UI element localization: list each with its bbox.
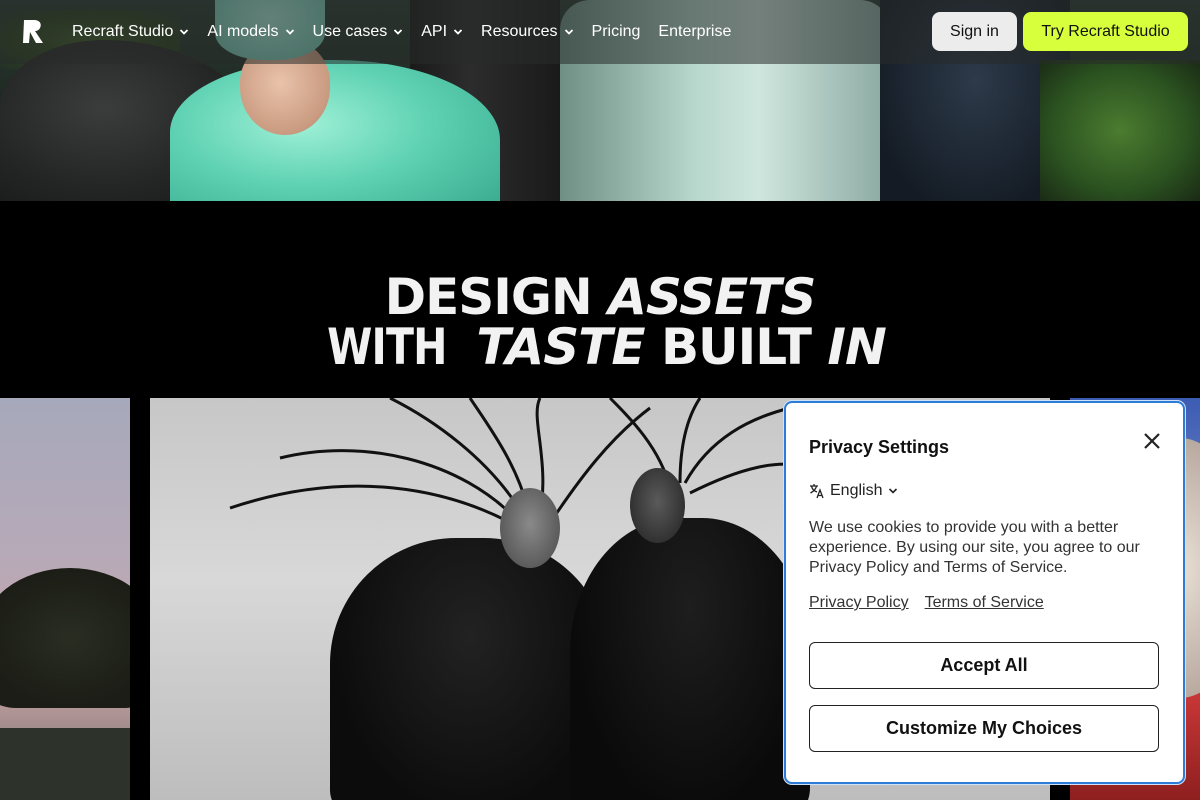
nav-item-label: Enterprise	[658, 23, 732, 40]
customize-choices-button[interactable]: Customize My Choices	[809, 705, 1159, 752]
nav-item-enterprise[interactable]: Enterprise	[658, 23, 731, 41]
nav-item-resources[interactable]: Resources	[481, 23, 573, 41]
language-selector[interactable]: English	[809, 482, 898, 500]
page: Recraft Studio AI models Use cases API R…	[0, 0, 1200, 800]
headline-line-2: WITH TASTE BUILT IN	[0, 322, 1200, 372]
nav-item-ai-models[interactable]: AI models	[207, 23, 294, 41]
nav-item-label: Pricing	[591, 23, 641, 40]
privacy-settings-dialog: Privacy Settings English We use cookies …	[784, 401, 1185, 784]
privacy-description: We use cookies to provide you with a bet…	[809, 519, 1140, 576]
close-icon	[1144, 433, 1160, 449]
nav-item-api[interactable]: API	[421, 23, 463, 41]
headline-word: WITH	[327, 318, 447, 376]
nav-item-label: Resources	[481, 23, 558, 40]
dialog-title: Privacy Settings	[809, 437, 950, 457]
nav-item-pricing[interactable]: Pricing	[592, 23, 641, 41]
chevron-down-icon	[889, 488, 898, 494]
chevron-down-icon	[180, 29, 189, 35]
headline-word: BUILT	[660, 318, 812, 376]
recraft-logo-icon[interactable]	[20, 18, 46, 44]
chevron-down-icon	[453, 29, 463, 35]
chevron-down-icon	[564, 29, 573, 35]
sign-in-button[interactable]: Sign in	[932, 12, 1017, 51]
top-nav: Recraft Studio AI models Use cases API R…	[0, 0, 1200, 64]
headline-line-1: DESIGN ASSETS	[0, 272, 1200, 322]
privacy-policy-link[interactable]: Privacy Policy	[809, 594, 909, 612]
nav-item-label: API	[421, 23, 448, 40]
hero-headline: DESIGN ASSETS WITH TASTE BUILT IN	[0, 272, 1200, 372]
accept-all-button[interactable]: Accept All	[809, 642, 1159, 689]
try-recraft-studio-button[interactable]: Try Recraft Studio	[1023, 12, 1188, 51]
chevron-down-icon	[285, 29, 294, 35]
nav-item-label: Recraft Studio	[72, 23, 174, 40]
close-button[interactable]	[1141, 430, 1163, 452]
nav-item-recraft-studio[interactable]: Recraft Studio	[72, 23, 189, 41]
nav-item-use-cases[interactable]: Use cases	[313, 23, 404, 41]
headline-word: TASTE	[476, 318, 645, 376]
gallery-image-landscape	[0, 398, 130, 800]
terms-of-service-link[interactable]: Terms of Service	[925, 594, 1044, 612]
nav-item-label: AI models	[207, 23, 279, 40]
language-label: English	[830, 482, 883, 499]
nav-menu: Recraft Studio AI models Use cases API R…	[72, 0, 749, 64]
nav-item-label: Use cases	[312, 23, 388, 40]
policy-links: Privacy Policy Terms of Service	[809, 594, 1060, 612]
translate-icon	[810, 484, 824, 499]
headline-word: IN	[827, 318, 886, 376]
chevron-down-icon	[394, 29, 403, 35]
